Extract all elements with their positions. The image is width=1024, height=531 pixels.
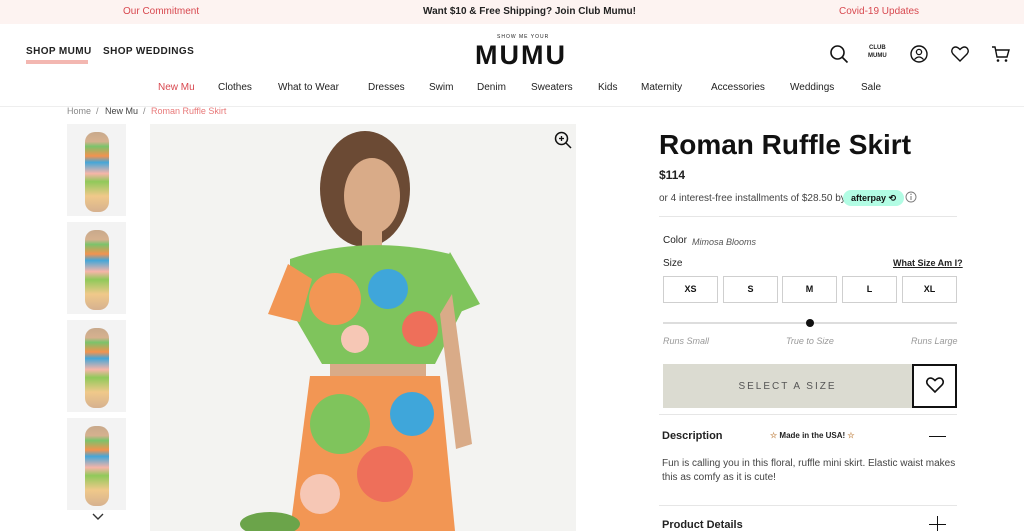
nav-sweaters[interactable]: Sweaters xyxy=(531,82,573,93)
fit-indicator xyxy=(806,319,814,327)
club-label: CLUB xyxy=(869,45,886,51)
breadcrumb-separator: / xyxy=(96,106,99,116)
heart-icon xyxy=(925,376,944,393)
product-description: Fun is calling you in this floral, ruffl… xyxy=(662,458,956,483)
size-l-button[interactable]: L xyxy=(842,276,897,303)
search-icon[interactable] xyxy=(829,44,849,64)
nav-weddings[interactable]: Weddings xyxy=(790,82,834,93)
breadcrumb-category[interactable]: New Mu xyxy=(105,106,138,116)
divider xyxy=(659,216,957,217)
nav-new-mu[interactable]: New Mu xyxy=(158,82,195,93)
main-product-image[interactable] xyxy=(150,124,576,531)
select-size-button[interactable]: SELECT A SIZE xyxy=(663,364,912,408)
fit-true-to-size: True to Size xyxy=(786,336,834,346)
nav-sale[interactable]: Sale xyxy=(861,82,881,93)
promo-bar: Our Commitment Want $10 & Free Shipping?… xyxy=(0,0,1024,24)
club-mumu-link[interactable]: CLUB MUMU xyxy=(868,44,887,60)
fit-runs-small: Runs Small xyxy=(663,336,710,346)
nav-what-to-wear[interactable]: What to Wear xyxy=(278,82,339,93)
logo[interactable]: MUMU xyxy=(475,40,567,71)
made-in-usa-label: Made in the USA! xyxy=(779,431,846,440)
product-price: $114 xyxy=(659,168,686,182)
fit-runs-large: Runs Large xyxy=(911,336,958,346)
size-label: Size xyxy=(663,258,683,269)
made-in-usa-badge: ☆ Made in the USA! ☆ xyxy=(770,431,855,440)
nav-kids[interactable]: Kids xyxy=(598,82,617,93)
mumu-label: MUMU xyxy=(868,53,887,59)
wishlist-icon[interactable] xyxy=(950,44,970,64)
product-title: Roman Ruffle Skirt xyxy=(659,129,912,160)
collapse-icon[interactable] xyxy=(929,436,946,437)
shop-weddings-tab[interactable]: SHOP WEDDINGS xyxy=(103,46,194,57)
cart-icon[interactable] xyxy=(991,44,1011,64)
installments-text: or 4 interest-free installments of $28.5… xyxy=(659,193,846,204)
size-guide-link[interactable]: What Size Am I? xyxy=(893,258,963,268)
color-label: Color xyxy=(663,235,687,246)
nav-clothes[interactable]: Clothes xyxy=(218,82,252,93)
add-to-wishlist-button[interactable] xyxy=(912,364,957,408)
size-xl-button[interactable]: XL xyxy=(902,276,957,303)
size-xs-button[interactable]: XS xyxy=(663,276,718,303)
account-icon[interactable] xyxy=(909,44,929,64)
club-mumu-promo-link[interactable]: Want $10 & Free Shipping? Join Club Mumu… xyxy=(423,6,636,17)
nav-maternity[interactable]: Maternity xyxy=(641,82,682,93)
product-thumbnail-2[interactable] xyxy=(67,222,126,314)
nav-accessories[interactable]: Accessories xyxy=(711,82,765,93)
covid-updates-link[interactable]: Covid-19 Updates xyxy=(839,6,919,17)
breadcrumb-separator: / xyxy=(143,106,146,116)
divider xyxy=(659,505,957,506)
star-icon: ☆ xyxy=(847,431,855,440)
star-icon: ☆ xyxy=(770,431,778,440)
our-commitment-link[interactable]: Our Commitment xyxy=(123,6,199,17)
nav-dresses[interactable]: Dresses xyxy=(368,82,405,93)
zoom-icon[interactable] xyxy=(554,131,572,149)
product-thumbnail-3[interactable] xyxy=(67,320,126,412)
afterpay-label: afterpay xyxy=(851,193,887,203)
divider xyxy=(659,414,957,415)
afterpay-logo-icon: ⟲ xyxy=(888,193,897,203)
model-photo xyxy=(240,131,480,531)
product-thumbnail-1[interactable] xyxy=(67,124,126,216)
shop-mumu-tab[interactable]: SHOP MUMU xyxy=(26,46,92,57)
active-tab-underline xyxy=(26,60,88,64)
product-thumbnail-4[interactable] xyxy=(67,418,126,510)
size-m-button[interactable]: M xyxy=(782,276,837,303)
info-icon[interactable] xyxy=(905,191,917,203)
nav-swim[interactable]: Swim xyxy=(429,82,453,93)
afterpay-badge[interactable]: afterpay ⟲ xyxy=(843,190,905,206)
chevron-down-icon[interactable] xyxy=(92,513,104,521)
expand-icon-v xyxy=(937,516,938,531)
product-details-heading[interactable]: Product Details xyxy=(662,519,743,531)
size-s-button[interactable]: S xyxy=(723,276,778,303)
color-value: Mimosa Blooms xyxy=(692,237,757,247)
breadcrumb-home[interactable]: Home xyxy=(67,106,91,116)
breadcrumb-current: Roman Ruffle Skirt xyxy=(151,106,227,116)
description-heading[interactable]: Description xyxy=(662,430,723,442)
nav-denim[interactable]: Denim xyxy=(477,82,506,93)
